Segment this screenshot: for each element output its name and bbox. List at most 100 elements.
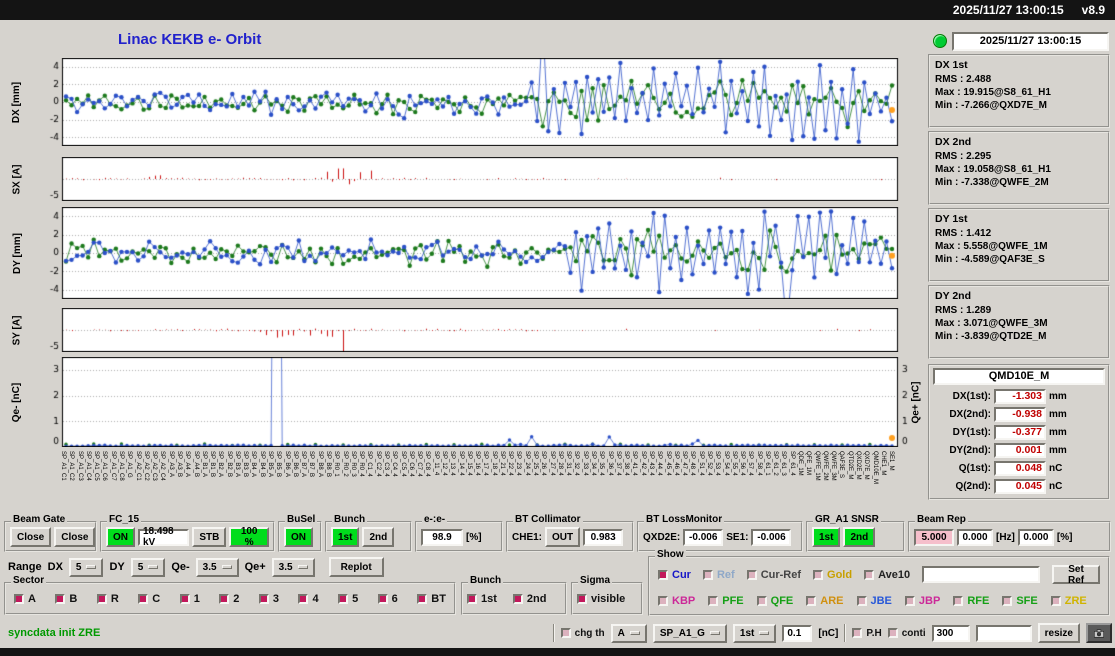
sector-checkbox-c[interactable]: C [138, 593, 160, 605]
beam-gate-close-button-2[interactable]: Close [54, 527, 95, 547]
gr-a1-2nd-button[interactable]: 2nd [843, 527, 875, 547]
range-menu-qe-[interactable]: 3.5 [196, 558, 239, 577]
bunch-checkbox-2nd[interactable]: 2nd [513, 593, 547, 605]
bunch-1st-button[interactable]: 1st [331, 527, 359, 547]
repeat-count-field[interactable]: 300 [932, 625, 970, 642]
monitor-row-label: DY(2nd): [933, 445, 991, 456]
sector-checkbox-2[interactable]: 2 [219, 593, 239, 605]
checkbox-indicator-icon [658, 596, 668, 606]
page-title: Linac KEKB e- Orbit [118, 31, 261, 48]
checkbox-label: Cur [672, 569, 691, 581]
show-checkbox-ave10[interactable]: Ave10 [864, 569, 910, 581]
show-checkbox-gold[interactable]: Gold [813, 569, 852, 581]
checkbox-indicator-icon [138, 594, 148, 604]
checkbox-label: SFE [1016, 595, 1037, 607]
menu-value: 5 [138, 562, 144, 573]
show-checkbox-kbp[interactable]: KBP [658, 595, 695, 607]
sector-checkboxes: A B R C 1 2 3 4 5 6 BT [10, 593, 450, 605]
sector-checkbox-b[interactable]: B [55, 593, 77, 605]
beam-gate-close-button-1[interactable]: Close [10, 527, 51, 547]
sector-checkbox-5[interactable]: 5 [338, 593, 358, 605]
sector-checkbox-1[interactable]: 1 [180, 593, 200, 605]
monitor-title: QMD10E_M [933, 368, 1105, 385]
show-checkbox-cur-ref[interactable]: Cur-Ref [747, 569, 801, 581]
group-title: Beam Gate [11, 515, 67, 525]
screenshot-button[interactable] [1086, 623, 1112, 643]
show-checkbox-are[interactable]: ARE [806, 595, 843, 607]
show-checkbox-pfe[interactable]: PFE [708, 595, 743, 607]
checkbox-indicator-icon [813, 570, 823, 580]
group-gr-a1-snsr: GR_A1 SNSR 1st 2nd [806, 521, 905, 552]
show-checkbox-qfe[interactable]: QFE [757, 595, 794, 607]
checkbox-label: 6 [392, 593, 398, 605]
checkbox-label: C [152, 593, 160, 605]
beam-rep-pct-label: [%] [1057, 532, 1073, 543]
range-name-label: DX [48, 561, 63, 573]
device-select-menu[interactable]: SP_A1_G [653, 624, 727, 643]
stat-title: DY 2nd [935, 290, 1103, 302]
fc15-on-button[interactable]: ON [106, 527, 135, 547]
group-title: Show [655, 550, 686, 560]
show-checkbox-ref[interactable]: Ref [703, 569, 735, 581]
fc15-stb-button[interactable]: STB [192, 527, 226, 547]
sector-checkbox-a[interactable]: A [14, 593, 36, 605]
che1-out-button[interactable]: OUT [545, 527, 580, 547]
range-menu-dy[interactable]: 5 [131, 558, 166, 577]
replot-button[interactable]: Replot [329, 557, 384, 577]
bunch-select-menu[interactable]: 1st [733, 624, 776, 643]
menu-value: 3.5 [203, 562, 217, 573]
resize-button[interactable]: resize [1038, 623, 1080, 643]
bunch-2nd-button[interactable]: 2nd [362, 527, 394, 547]
range-menu-qe-[interactable]: 3.5 [272, 558, 315, 577]
sector-checkbox-r[interactable]: R [97, 593, 119, 605]
group-fc15: FC_15 ON 18.498 kV STB 100 % [100, 521, 275, 552]
show-checkbox-cur[interactable]: Cur [658, 569, 691, 581]
conti-checkbox[interactable]: conti [888, 628, 926, 639]
checkbox-indicator-icon [857, 596, 867, 606]
sigma-checkbox-visible[interactable]: visible [577, 593, 625, 605]
ref-file-input[interactable] [922, 566, 1040, 583]
sector-checkbox-4[interactable]: 4 [298, 593, 318, 605]
che1-value-field: 0.983 [583, 529, 623, 546]
checkbox-indicator-icon [298, 594, 308, 604]
show-checkbox-sfe[interactable]: SFE [1002, 595, 1037, 607]
ph-checkbox[interactable]: P.H [852, 628, 881, 639]
sector-checkbox-bt[interactable]: BT [417, 593, 446, 605]
checkbox-label: 4 [312, 593, 318, 605]
show-checkbox-jbp[interactable]: JBP [905, 595, 940, 607]
monitor-row-unit: nC [1049, 481, 1062, 492]
show-checkbox-rfe[interactable]: RFE [953, 595, 989, 607]
sector-checkbox-3[interactable]: 3 [259, 593, 279, 605]
checkbox-indicator-icon [905, 596, 915, 606]
menu-value: SP_A1_G [660, 628, 705, 639]
sector-checkbox-6[interactable]: 6 [378, 593, 398, 605]
monitor-row-unit: mm [1049, 427, 1067, 438]
show-row-2: KBP PFE QFE ARE JBE JBP RFE SFE ZRE [658, 595, 1100, 607]
checkbox-label: QFE [771, 595, 794, 607]
chg-th-checkbox[interactable]: chg th [561, 628, 605, 639]
checkbox-indicator-icon [513, 594, 523, 604]
checkbox-label: PFE [722, 595, 743, 607]
beam-rep-set-field: 5.000 [914, 529, 954, 546]
busel-on-button[interactable]: ON [284, 527, 313, 547]
checkbox-indicator-icon [467, 594, 477, 604]
aux-input[interactable] [976, 625, 1032, 642]
group-title: Sector [11, 576, 46, 586]
bunch-checkbox-1st[interactable]: 1st [467, 593, 497, 605]
sector-select-menu[interactable]: A [611, 624, 647, 643]
monitor-box: QMD10E_M DX(1st):-1.303mmDX(2nd):-0.938m… [928, 364, 1110, 500]
range-menu-dx[interactable]: 5 [69, 558, 104, 577]
monitor-row: DX(1st):-1.303mm [933, 387, 1105, 405]
bottom-toolbar: chg th A SP_A1_G 1st 0.1 [nC] P.H conti … [553, 623, 1112, 643]
version-label: v8.9 [1082, 3, 1105, 17]
set-ref-button[interactable]: Set Ref [1052, 565, 1100, 584]
bunch-checkboxes: 1st 2nd [467, 593, 546, 605]
menu-dash-icon [86, 565, 96, 569]
gr-a1-1st-button[interactable]: 1st [812, 527, 840, 547]
checkbox-indicator-icon [561, 628, 571, 638]
threshold-field[interactable]: 0.1 [782, 625, 812, 642]
show-checkbox-jbe[interactable]: JBE [857, 595, 892, 607]
ratio-value-field: 98.9 [421, 529, 463, 546]
show-checkbox-zre[interactable]: ZRE [1051, 595, 1087, 607]
group-beam-gate: Beam Gate Close Close [4, 521, 97, 552]
